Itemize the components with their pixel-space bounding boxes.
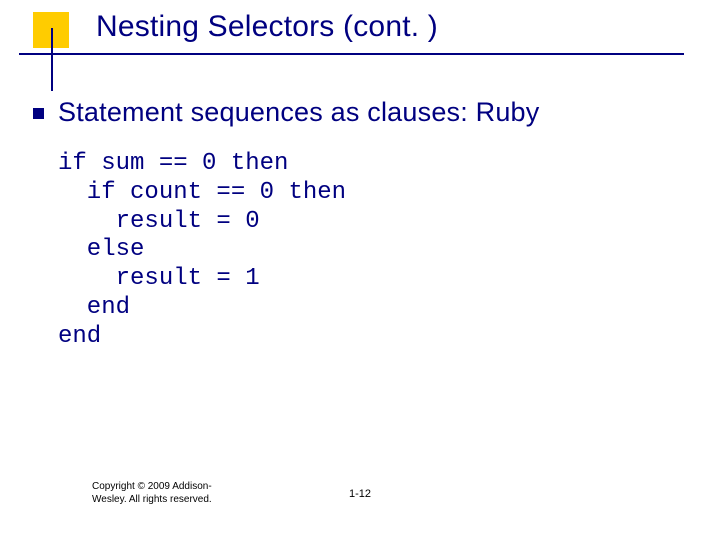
vertical-rule bbox=[51, 28, 53, 91]
bullet-item: Statement sequences as clauses: Ruby bbox=[33, 96, 539, 128]
bullet-text: Statement sequences as clauses: Ruby bbox=[58, 96, 539, 128]
slide: Nesting Selectors (cont. ) Statement seq… bbox=[0, 0, 720, 540]
page-number: 1-12 bbox=[0, 488, 720, 500]
horizontal-rule bbox=[19, 53, 684, 55]
bullet-square-icon bbox=[33, 108, 44, 119]
code-block: if sum == 0 then if count == 0 then resu… bbox=[58, 150, 346, 352]
slide-title: Nesting Selectors (cont. ) bbox=[96, 10, 438, 44]
